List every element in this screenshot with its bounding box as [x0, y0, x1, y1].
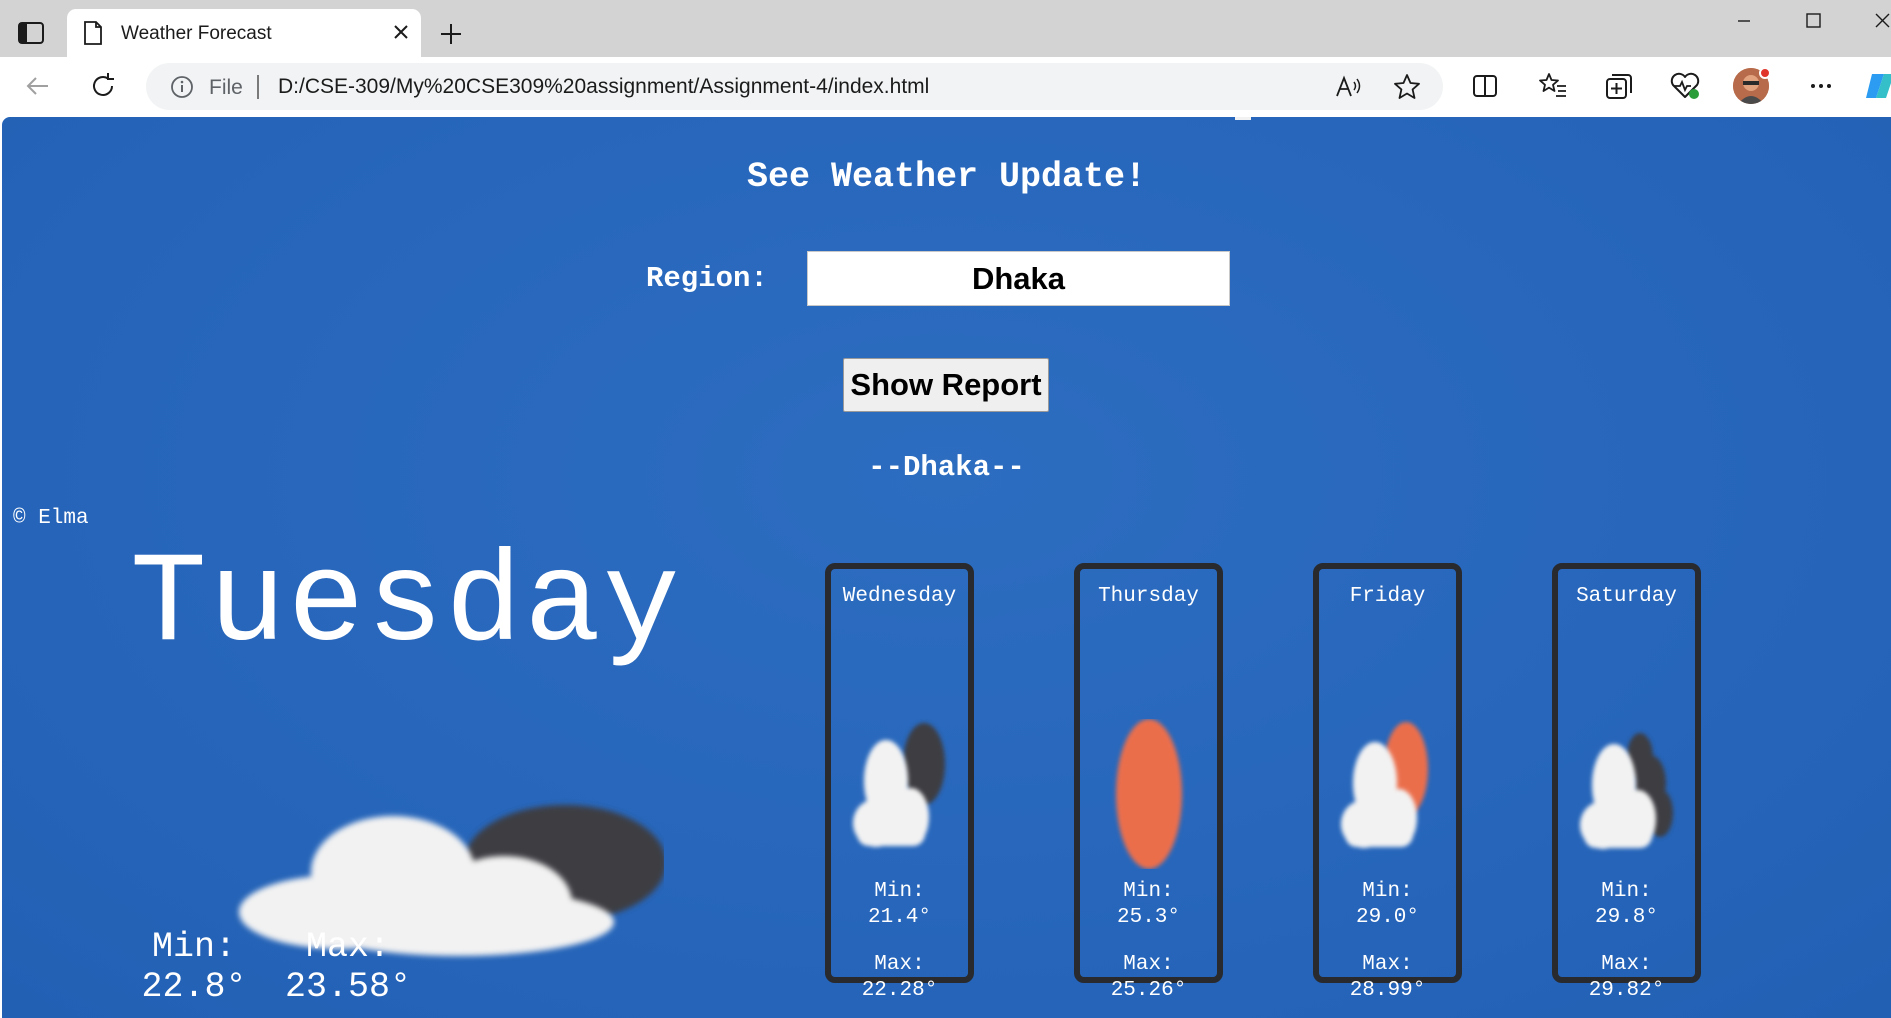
forecast-min: Min: 29.0°: [1319, 879, 1456, 931]
page-icon: [84, 21, 102, 45]
city-heading: --Dhaka--: [868, 451, 1025, 484]
forecast-max-label: Max:: [1601, 953, 1652, 976]
back-icon[interactable]: [22, 70, 54, 102]
weather-page: See Weather Update! Region: Show Report …: [2, 117, 1891, 1018]
partly-cloudy-day-icon: [1341, 722, 1428, 848]
forecast-min: Min: 25.3°: [1080, 879, 1217, 931]
today-min-value: 22.8°: [141, 967, 247, 1007]
forecast-max-value: 29.82°: [1588, 979, 1665, 1002]
cloudy-icon: [1580, 733, 1673, 849]
today-min: Min: 22.8°: [136, 927, 252, 1007]
page-title: See Weather Update!: [746, 157, 1147, 197]
forecast-max-label: Max:: [1123, 953, 1174, 976]
forecast-min-label: Min:: [1362, 880, 1413, 903]
forecast-card-saturday: Saturday Min: 29.8° Max: 29.82°: [1552, 563, 1701, 1002]
maximize-window-icon[interactable]: [1789, 10, 1837, 36]
new-tab-icon[interactable]: [439, 22, 463, 46]
forecast-max-label: Max:: [874, 953, 925, 976]
url-text[interactable]: D:/CSE-309/My%20CSE309%20assignment/Assi…: [278, 75, 929, 99]
sidebar-toggle-icon[interactable]: [18, 22, 44, 44]
forecast-day: Friday: [1349, 585, 1426, 608]
forecast-min-label: Min:: [874, 880, 925, 903]
today-max-label: Max:: [305, 927, 390, 967]
forecast-min: Min: 21.4°: [831, 879, 968, 931]
forecast-max: Max: 22.28°: [831, 952, 968, 1004]
forecast-day: Wednesday: [842, 585, 957, 608]
sun-icon: [1116, 719, 1182, 869]
site-info-icon[interactable]: [170, 75, 194, 99]
tab-title: Weather Forecast: [121, 23, 272, 44]
copilot-icon[interactable]: [1864, 70, 1891, 102]
close-tab-icon[interactable]: [392, 23, 410, 41]
browser-toolbar: File D:/CSE-309/My%20CSE309%20assignment…: [0, 57, 1891, 116]
scheme-label: File: [209, 76, 243, 99]
collections-icon[interactable]: [1603, 70, 1635, 102]
address-separator: [257, 75, 259, 99]
forecast-max-value: 22.28°: [861, 979, 938, 1002]
top-marker: [1235, 117, 1251, 120]
forecast-card-wednesday: Wednesday Min: 21.4° Max: 22.28°: [825, 563, 974, 1002]
region-input[interactable]: [807, 251, 1230, 306]
forecast-day: Saturday: [1576, 585, 1677, 608]
forecast-max: Max: 25.26°: [1080, 952, 1217, 1004]
forecast-min: Min: 29.8°: [1558, 879, 1695, 931]
forecast-min-label: Min:: [1123, 880, 1174, 903]
forecast-max-value: 28.99°: [1349, 979, 1426, 1002]
forecast-min-value: 29.8°: [1594, 906, 1658, 929]
browser-tabstrip: Weather Forecast: [0, 0, 1891, 57]
today-day: Tuesday: [130, 533, 682, 678]
split-screen-icon[interactable]: [1469, 70, 1501, 102]
forecast-day: Thursday: [1098, 585, 1199, 608]
profile-notification-dot: [1759, 67, 1771, 79]
forecast-min-label: Min:: [1601, 880, 1652, 903]
read-aloud-icon[interactable]: [1335, 74, 1361, 100]
credit-text: © Elma: [13, 507, 89, 530]
show-report-button[interactable]: Show Report: [843, 358, 1049, 412]
close-window-icon[interactable]: [1858, 10, 1891, 36]
favorites-icon[interactable]: [1537, 70, 1569, 102]
browser-tab[interactable]: Weather Forecast: [67, 9, 421, 57]
refresh-icon[interactable]: [87, 70, 119, 102]
address-bar[interactable]: File D:/CSE-309/My%20CSE309%20assignment…: [146, 63, 1443, 110]
forecast-min-value: 25.3°: [1116, 906, 1180, 929]
forecast-max: Max: 29.82°: [1558, 952, 1695, 1004]
browser-essentials-icon[interactable]: [1669, 70, 1701, 102]
forecast-min-value: 29.0°: [1355, 906, 1419, 929]
today-max: Max: 23.58°: [278, 927, 418, 1007]
forecast-max-value: 25.26°: [1110, 979, 1187, 1002]
forecast-card-friday: Friday Min: 29.0° Max: 28.99°: [1313, 563, 1462, 1002]
favorite-star-icon[interactable]: [1393, 73, 1421, 101]
forecast-card-thursday: Thursday Min: 25.3° Max: 25.26°: [1074, 563, 1223, 1002]
forecast-max: Max: 28.99°: [1319, 952, 1456, 1004]
region-label: Region:: [646, 262, 768, 295]
today-max-value: 23.58°: [284, 967, 412, 1007]
partly-cloudy-night-icon: [853, 723, 945, 847]
forecast-min-value: 21.4°: [867, 906, 931, 929]
forecast-max-label: Max:: [1362, 953, 1413, 976]
today-min-label: Min:: [151, 927, 236, 967]
minimize-window-icon[interactable]: [1720, 10, 1768, 36]
more-options-icon[interactable]: [1805, 70, 1837, 102]
